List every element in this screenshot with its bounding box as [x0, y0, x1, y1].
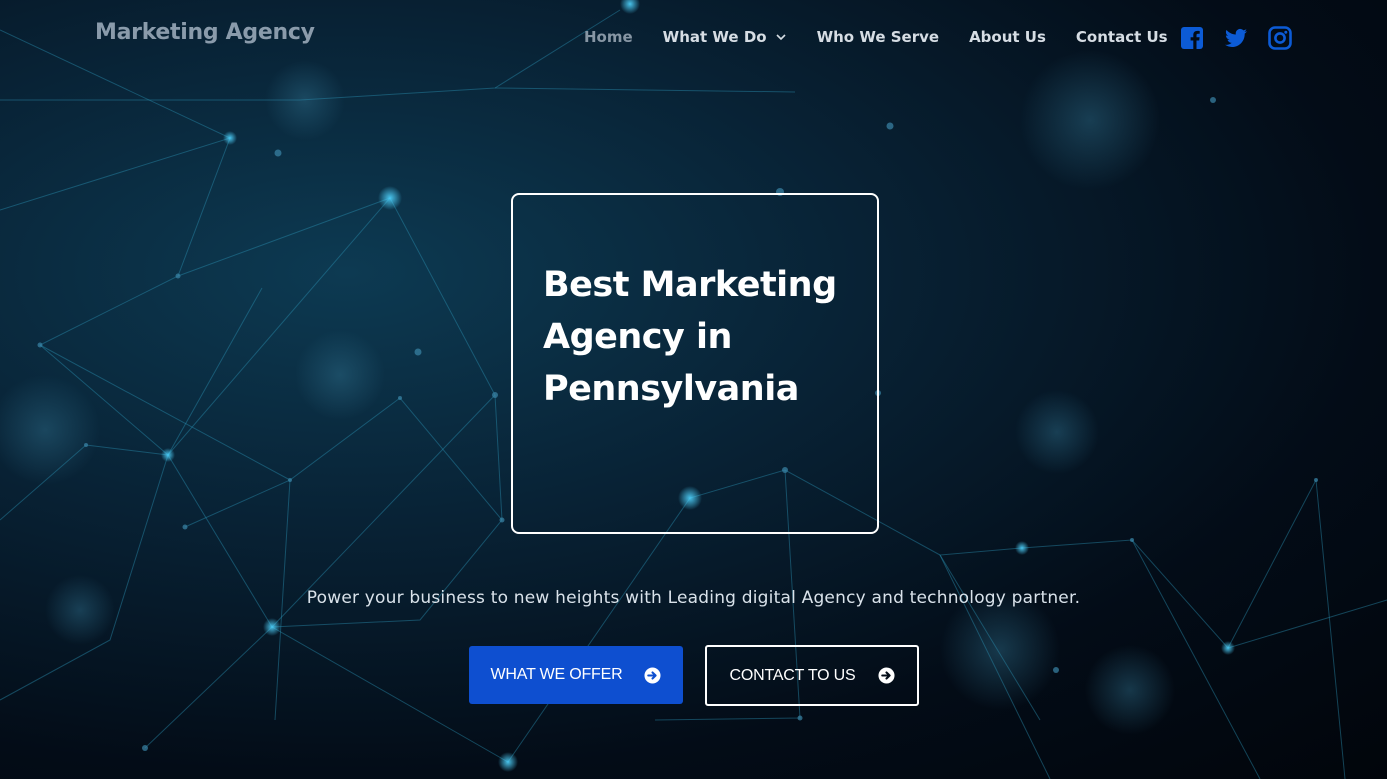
nav-item-label: Home — [584, 28, 633, 46]
nav-item-label: What We Do — [662, 28, 767, 46]
facebook-icon[interactable] — [1180, 26, 1204, 50]
contact-to-us-button[interactable]: CONTACT TO US — [705, 645, 919, 706]
twitter-icon[interactable] — [1224, 26, 1248, 50]
button-label: CONTACT TO US — [729, 666, 856, 684]
nav-item-contact-us[interactable]: Contact Us — [1076, 28, 1168, 46]
button-label: WHAT WE OFFER — [490, 666, 623, 683]
arrow-circle-right-icon — [877, 667, 895, 684]
arrow-circle-right-icon — [644, 666, 661, 684]
nav-item-home[interactable]: Home — [584, 28, 633, 46]
nav-item-label: Who We Serve — [816, 28, 940, 46]
main-nav: Home What We Do Who We Serve About Us Co… — [584, 28, 1198, 46]
social-links — [1180, 26, 1292, 50]
hero-tagline: Power your business to new heights with … — [306, 588, 1081, 608]
nav-item-label: About Us — [969, 28, 1046, 46]
what-we-offer-button[interactable]: WHAT WE OFFER — [469, 646, 683, 704]
instagram-icon[interactable] — [1268, 26, 1292, 50]
nav-item-label: Contact Us — [1075, 28, 1168, 46]
nav-item-who-we-serve[interactable]: Who We Serve — [817, 28, 939, 46]
chevron-down-icon — [776, 34, 786, 41]
nav-item-about-us[interactable]: About Us — [969, 28, 1046, 46]
hero-title-box: Best Marketing Agency in Pennsylvania — [511, 193, 879, 534]
nav-item-what-we-do[interactable]: What We Do — [663, 28, 787, 46]
hero-title: Best Marketing Agency in Pennsylvania — [543, 265, 837, 409]
site-logo[interactable]: Marketing Agency — [95, 20, 315, 45]
site-header: Marketing Agency Home What We Do Who We … — [0, 0, 1387, 78]
